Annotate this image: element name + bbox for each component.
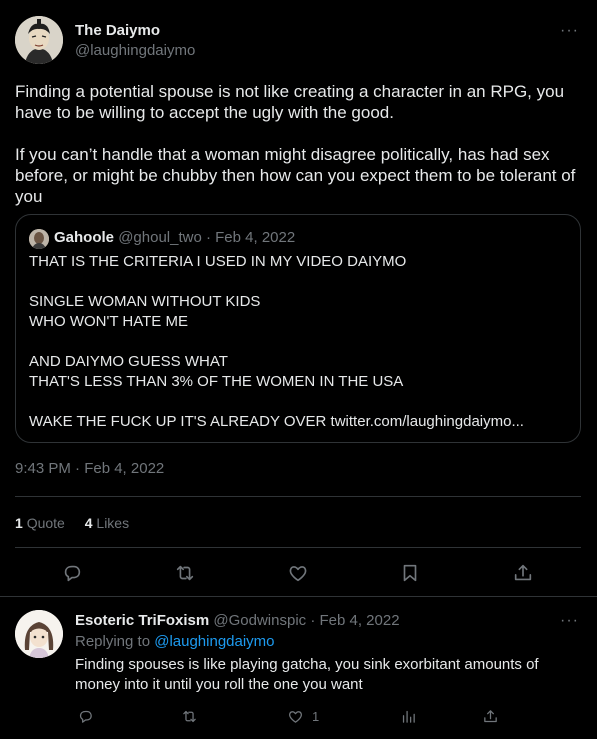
quoted-tweet-card[interactable]: Gahoole @ghoul_two · Feb 4, 2022 THAT IS… [15, 214, 581, 443]
quote-label: Quote [26, 515, 65, 531]
divider [15, 547, 581, 548]
share-icon [514, 564, 532, 581]
divider [15, 496, 581, 497]
author-handle[interactable]: @laughingdaiymo [75, 42, 195, 59]
reply-more-options-button[interactable]: ··· [560, 612, 579, 630]
more-options-button[interactable]: ··· [560, 22, 579, 40]
bookmark-button[interactable] [399, 562, 421, 584]
bookmark-icon [403, 564, 417, 582]
reply-tweet[interactable]: Esoteric TriFoxism @Godwinspic · Feb 4, … [0, 597, 597, 739]
like-count-link[interactable]: 4 Likes [85, 515, 129, 531]
quote-header: Gahoole @ghoul_two · Feb 4, 2022 [54, 229, 295, 246]
reply-header: Esoteric TriFoxism @Godwinspic · Feb 4, … [75, 612, 400, 629]
replying-to-mention[interactable]: @laughingdaiymo [154, 633, 274, 650]
quote-count-link[interactable]: 1 Quote [15, 515, 65, 531]
quote-count: 1 [15, 515, 23, 531]
views-icon [402, 710, 415, 723]
author-name[interactable]: The Daiymo [75, 22, 160, 39]
retweet-button[interactable] [174, 562, 196, 584]
reply-like-button[interactable]: 1 [287, 707, 319, 725]
reply-meta[interactable]: @Godwinspic · Feb 4, 2022 [213, 612, 399, 629]
replying-to: Replying to @laughingdaiymo [75, 633, 275, 650]
reply-author-name[interactable]: Esoteric TriFoxism [75, 612, 209, 629]
engagement-stats: 1 Quote 4 Likes [15, 515, 145, 531]
tweet-timestamp[interactable]: 9:43 PM · Feb 4, 2022 [15, 460, 164, 477]
like-button[interactable] [287, 562, 309, 584]
reply-text: Finding spouses is like playing gatcha, … [75, 656, 539, 693]
author-avatar[interactable] [15, 16, 63, 64]
reply-author-avatar[interactable] [15, 610, 63, 658]
reply-share-button[interactable] [482, 707, 499, 725]
reply-icon [79, 710, 92, 723]
like-icon [289, 710, 302, 723]
main-tweet: The Daiymo @laughingdaiymo ··· Finding a… [0, 0, 597, 597]
reply-retweet-button[interactable] [181, 707, 198, 725]
quote-author-name: Gahoole [54, 229, 115, 246]
quote-meta: @ghoul_two · Feb 4, 2022 [118, 229, 296, 246]
quote-author-avatar [29, 229, 49, 249]
reply-icon [64, 565, 81, 582]
retweet-icon [183, 710, 196, 722]
reply-views-button[interactable] [400, 707, 417, 725]
share-icon [484, 709, 497, 722]
like-label: Likes [96, 515, 130, 531]
quote-text: THAT IS THE CRITERIA I USED IN MY VIDEO … [29, 253, 524, 430]
reply-like-count: 1 [312, 708, 320, 724]
tweet-text: Finding a potential spouse is not like c… [15, 82, 576, 206]
retweet-icon [176, 565, 194, 581]
replying-to-label: Replying to [75, 633, 151, 650]
like-icon [289, 566, 307, 582]
reply-reply-button[interactable] [77, 707, 94, 725]
share-button[interactable] [512, 562, 534, 584]
like-count: 4 [84, 515, 93, 531]
reply-button[interactable] [61, 562, 83, 584]
